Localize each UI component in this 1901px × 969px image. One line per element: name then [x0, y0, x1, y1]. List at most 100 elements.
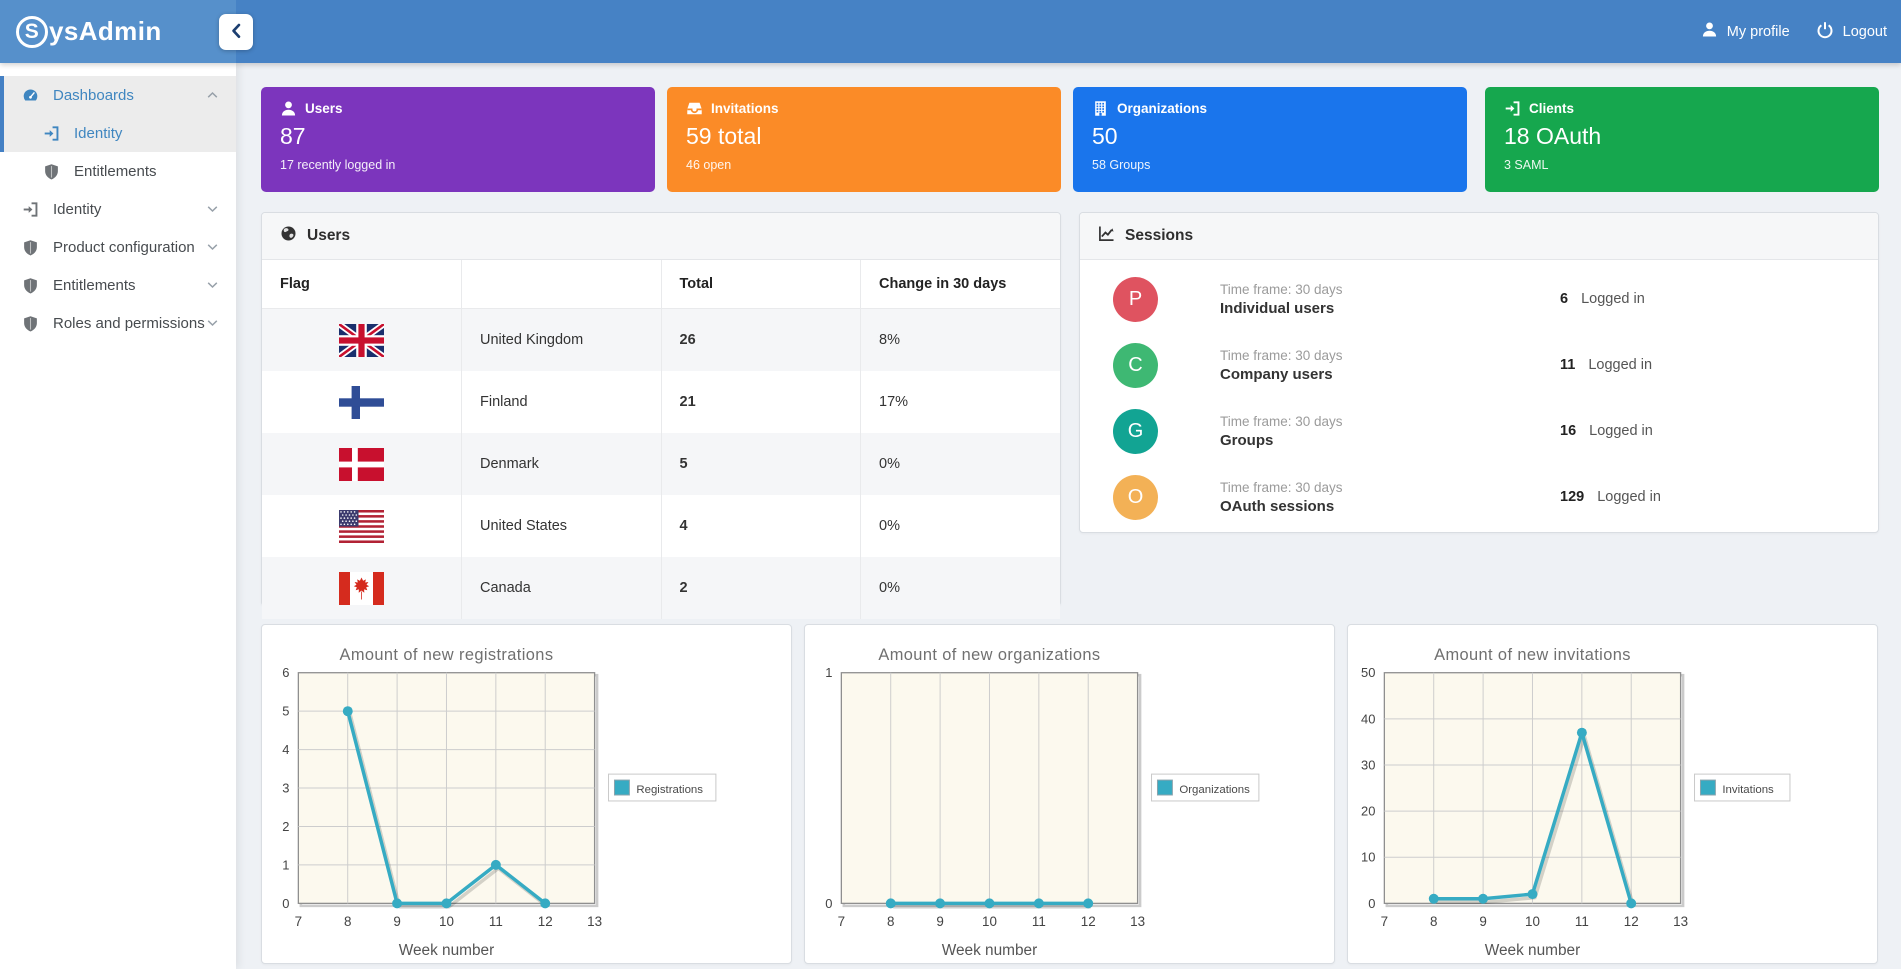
session-row-oauth-sessions: O Time frame: 30 days OAuth sessions 129… — [1080, 464, 1878, 530]
sessions-panel-title: Sessions — [1125, 227, 1194, 244]
chart-line-icon — [1098, 225, 1115, 247]
stat-card-users: Users 87 17 recently logged in — [261, 87, 655, 192]
svg-text:30: 30 — [1361, 757, 1375, 772]
user-icon — [1701, 21, 1718, 42]
change-cell: 0% — [879, 518, 900, 534]
svg-text:13: 13 — [587, 914, 602, 929]
brand-circle-icon: S — [16, 15, 48, 48]
change-cell: 8% — [879, 332, 900, 348]
svg-text:5: 5 — [282, 704, 289, 719]
sign-in-icon — [20, 201, 40, 218]
session-count: 16 — [1560, 423, 1577, 439]
brand-logo: S ysAdmin — [0, 0, 236, 63]
flag-finland — [338, 385, 384, 419]
session-avatar: O — [1113, 474, 1158, 520]
top-navbar: S ysAdmin My profile Logout — [0, 0, 1901, 63]
svg-text:4: 4 — [282, 742, 289, 757]
svg-text:13: 13 — [1673, 914, 1688, 929]
session-name: Groups — [1220, 431, 1274, 449]
svg-text:10: 10 — [439, 914, 454, 929]
session-avatar: G — [1113, 408, 1158, 454]
svg-text:0: 0 — [1368, 896, 1375, 911]
users-table-row: United Kingdom 26 8% — [262, 308, 1060, 371]
stat-card-label: Invitations — [711, 101, 779, 116]
session-timeframe: Time frame: 30 days — [1220, 281, 1343, 297]
change-cell: 0% — [879, 580, 900, 596]
svg-text:Amount of new invitations: Amount of new invitations — [1434, 646, 1631, 664]
sidebar-collapse-button[interactable] — [219, 14, 253, 50]
logout-link[interactable]: Logout — [1816, 21, 1887, 43]
session-row-company-users: C Time frame: 30 days Company users 11 L… — [1080, 332, 1878, 398]
country-cell: United States — [461, 495, 662, 557]
session-row-individual-users: P Time frame: 30 days Individual users 6… — [1080, 266, 1878, 332]
svg-text:20: 20 — [1361, 804, 1375, 819]
session-row-groups: G Time frame: 30 days Groups 16 Logged i… — [1080, 398, 1878, 464]
stat-card-label: Users — [305, 101, 343, 116]
tachometer-icon — [20, 87, 40, 104]
sidebar-item-roles-and-permissions[interactable]: Roles and permissions — [0, 304, 236, 342]
change-cell: 0% — [879, 456, 900, 472]
sessions-panel: Sessions P Time frame: 30 days Individua… — [1079, 212, 1879, 533]
svg-text:50: 50 — [1361, 665, 1375, 680]
chevron-down-icon — [207, 243, 218, 251]
svg-text:11: 11 — [1032, 914, 1046, 929]
change-cell: 17% — [879, 394, 909, 410]
stat-card-invitations: Invitations 59 total 46 open — [667, 87, 1061, 192]
svg-text:Registrations: Registrations — [636, 784, 703, 796]
svg-text:9: 9 — [936, 914, 943, 929]
session-avatar: C — [1113, 342, 1158, 388]
stat-card-subtext: 17 recently logged in — [280, 158, 396, 172]
country-cell: Finland — [461, 371, 662, 433]
svg-text:0: 0 — [825, 896, 832, 911]
stat-card-clients: Clients 18 OAuth 3 SAML — [1485, 87, 1879, 192]
line-chart-amount-of-new-organizations: Amount of new organizations 0 1 7 8 9 10 11 12 13… — [825, 646, 1260, 959]
session-count: 11 — [1560, 357, 1576, 373]
users-panel-header: Users — [262, 213, 1060, 260]
stat-card-value: 87 — [280, 123, 306, 149]
my-profile-link[interactable]: My profile — [1701, 21, 1790, 42]
svg-text:40: 40 — [1361, 711, 1375, 726]
svg-text:10: 10 — [1525, 914, 1540, 929]
sidebar-item-entitlements[interactable]: Entitlements — [0, 266, 236, 304]
svg-text:11: 11 — [1575, 914, 1589, 929]
globe-icon — [280, 225, 297, 247]
main-content: Users 87 17 recently logged in Invitatio… — [236, 63, 1901, 969]
sidebar-item-entitlements[interactable]: Entitlements — [0, 152, 236, 190]
flag-united-kingdom — [336, 321, 386, 359]
svg-text:0: 0 — [282, 896, 289, 911]
sidebar-item-product-configuration[interactable]: Product configuration — [0, 228, 236, 266]
stat-card-subtext: 58 Groups — [1092, 158, 1151, 172]
svg-text:10: 10 — [982, 914, 997, 929]
total-cell: 26 — [661, 308, 861, 371]
svg-text:7: 7 — [1381, 914, 1388, 929]
flag-denmark — [338, 447, 384, 481]
sidebar-item-identity[interactable]: Identity — [0, 114, 236, 152]
users-table-col-header — [461, 260, 662, 309]
users-table-row: United States 4 0% — [262, 495, 1060, 557]
flag-canada — [338, 571, 384, 605]
chevron-down-icon — [207, 281, 218, 289]
svg-text:3: 3 — [282, 781, 289, 796]
sign-in-icon — [41, 125, 61, 142]
svg-text:Week number: Week number — [942, 942, 1038, 959]
total-cell: 4 — [661, 495, 861, 557]
svg-text:9: 9 — [1479, 914, 1486, 929]
svg-text:11: 11 — [489, 914, 503, 929]
svg-text:Organizations: Organizations — [1179, 784, 1250, 796]
session-status: Logged in — [1588, 357, 1653, 373]
users-table-row: Denmark 5 0% — [262, 433, 1060, 495]
building-icon — [1092, 100, 1109, 117]
sign-in-icon — [1504, 100, 1521, 117]
svg-text:7: 7 — [838, 914, 845, 929]
svg-text:13: 13 — [1130, 914, 1145, 929]
stat-card-subtext: 3 SAML — [1504, 158, 1549, 172]
sidebar-menu: Dashboards Identity Entitlements Identit… — [0, 76, 236, 342]
svg-text:6: 6 — [282, 665, 289, 680]
session-count: 6 — [1560, 291, 1569, 307]
sidebar-item-identity[interactable]: Identity — [0, 190, 236, 228]
sidebar-item-dashboards[interactable]: Dashboards — [0, 76, 236, 114]
user-icon — [280, 100, 297, 117]
sessions-panel-header: Sessions — [1080, 213, 1878, 260]
shield-icon — [20, 315, 40, 332]
users-table-col-header: Change in 30 days — [860, 260, 1060, 309]
